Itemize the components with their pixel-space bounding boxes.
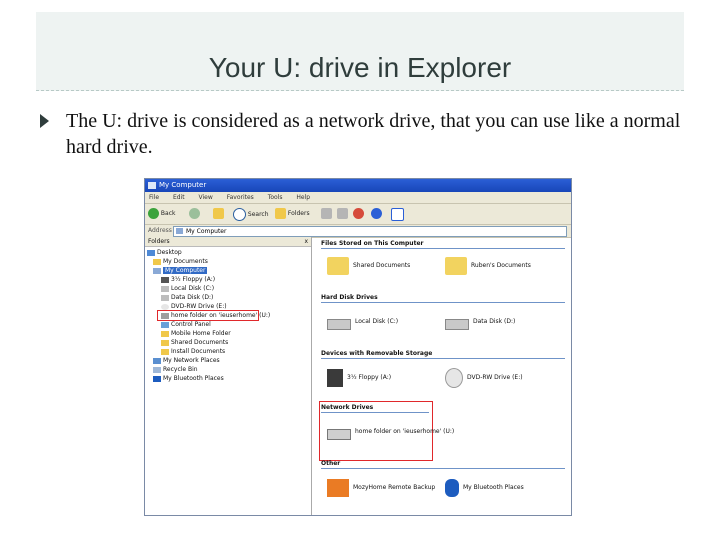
tree-item[interactable]: Mobile Home Folder xyxy=(161,329,231,338)
window-title: My Computer xyxy=(159,181,207,189)
address-label: Address xyxy=(148,227,172,234)
menu-favorites[interactable]: Favorites xyxy=(227,194,254,201)
hard-drive-icon xyxy=(445,318,469,330)
dvd-icon xyxy=(445,367,463,388)
back-button[interactable]: Back xyxy=(148,208,176,220)
views-icon xyxy=(391,208,404,221)
bullet-text: The U: drive is considered as a network … xyxy=(66,110,681,158)
close-folders-icon[interactable]: x xyxy=(304,237,308,246)
dvd-drive-item[interactable]: DVD-RW Drive (E:) xyxy=(445,367,523,389)
search-icon xyxy=(233,208,246,221)
bluetooth-icon xyxy=(153,375,161,382)
tree-item[interactable]: Control Panel xyxy=(161,320,211,329)
section-removable-storage: Devices with Removable Storage xyxy=(321,349,565,359)
explorer-screenshot: My Computer File Edit View Favorites Too… xyxy=(144,178,572,516)
undo-button[interactable] xyxy=(371,208,382,220)
search-button[interactable]: Search xyxy=(233,208,269,221)
tree-item[interactable]: Data Disk (D:) xyxy=(161,293,213,302)
up-folder-icon xyxy=(213,208,224,219)
tree-item[interactable]: Desktop xyxy=(147,248,182,257)
undo-icon xyxy=(371,208,382,219)
recycle-bin-icon xyxy=(153,366,161,373)
menu-edit[interactable]: Edit xyxy=(173,194,185,201)
tree-item[interactable]: My Bluetooth Places xyxy=(153,374,224,383)
folders-icon xyxy=(275,208,286,219)
section-hard-disk-drives: Hard Disk Drives xyxy=(321,293,565,303)
network-drive-u-item[interactable]: home folder on 'ieuserhome' (U:) xyxy=(327,421,454,443)
computer-icon xyxy=(148,182,156,189)
computer-icon xyxy=(176,228,183,234)
move-to-button[interactable] xyxy=(321,208,332,220)
folder-icon xyxy=(445,256,467,275)
delete-button[interactable] xyxy=(353,208,364,220)
delete-icon xyxy=(353,208,364,219)
copy-to-icon xyxy=(337,208,348,219)
address-field[interactable]: My Computer xyxy=(173,226,567,237)
views-button[interactable] xyxy=(391,208,404,221)
dvd-icon xyxy=(161,303,169,310)
shared-documents-item[interactable]: Shared Documents xyxy=(327,255,410,277)
bluetooth-icon xyxy=(445,478,459,497)
mozy-backup-icon xyxy=(327,478,349,497)
forward-arrow-icon xyxy=(189,208,200,219)
folder-icon xyxy=(161,330,169,337)
folders-button[interactable]: Folders xyxy=(275,208,310,220)
slide-title: Your U: drive in Explorer xyxy=(208,52,512,83)
mozy-backup-item[interactable]: MozyHome Remote Backup xyxy=(327,477,435,499)
content-pane: Files Stored on This Computer Shared Doc… xyxy=(317,237,571,515)
back-arrow-icon xyxy=(148,208,159,219)
bullet-arrow-icon xyxy=(40,114,49,128)
menu-tools[interactable]: Tools xyxy=(268,194,283,201)
tree-item[interactable]: Shared Documents xyxy=(161,338,228,347)
desktop-icon xyxy=(147,249,155,256)
hard-drive-icon xyxy=(161,294,169,301)
bluetooth-places-item[interactable]: My Bluetooth Places xyxy=(445,477,524,499)
network-places-icon xyxy=(153,357,161,364)
menu-help[interactable]: Help xyxy=(296,194,310,201)
folders-pane: Folders x Desktop My Documents My Comput… xyxy=(145,237,312,515)
menu-view[interactable]: View xyxy=(199,194,213,201)
folders-header: Folders x xyxy=(145,237,311,247)
tree-item[interactable]: Local Disk (C:) xyxy=(161,284,214,293)
title-band: Your U: drive in Explorer xyxy=(36,12,684,91)
control-panel-icon xyxy=(161,321,169,328)
floppy-icon xyxy=(161,276,169,283)
folder-icon xyxy=(327,256,349,275)
local-disk-c-item[interactable]: Local Disk (C:) xyxy=(327,311,398,333)
menu-bar: File Edit View Favorites Tools Help xyxy=(145,192,571,204)
move-to-icon xyxy=(321,208,332,219)
copy-to-button[interactable] xyxy=(337,208,348,220)
documents-folder-icon xyxy=(153,258,161,265)
folder-icon xyxy=(161,339,169,346)
section-other: Other xyxy=(321,459,565,469)
computer-icon xyxy=(153,267,161,274)
floppy-icon xyxy=(327,368,343,387)
tree-item[interactable]: My Computer xyxy=(153,266,208,275)
section-network-drives: Network Drives xyxy=(321,403,429,413)
section-files: Files Stored on This Computer xyxy=(321,239,565,249)
hard-drive-icon xyxy=(327,318,351,330)
menu-file[interactable]: File xyxy=(149,194,159,201)
tree-item[interactable]: home folder on 'ieuserhome' (U:) xyxy=(161,311,270,320)
tree-item[interactable]: Recycle Bin xyxy=(153,365,198,374)
toolbar: Back Search Folders xyxy=(145,204,571,225)
floppy-item[interactable]: 3½ Floppy (A:) xyxy=(327,367,391,389)
tree-item[interactable]: 3½ Floppy (A:) xyxy=(161,275,215,284)
folder-icon xyxy=(161,348,169,355)
tree-item[interactable]: My Documents xyxy=(153,257,208,266)
tree-item[interactable]: My Network Places xyxy=(153,356,220,365)
network-drive-icon xyxy=(327,428,351,440)
hard-drive-icon xyxy=(161,285,169,292)
user-documents-item[interactable]: Ruben's Documents xyxy=(445,255,531,277)
up-button[interactable] xyxy=(213,208,224,220)
forward-button[interactable] xyxy=(189,208,200,220)
explorer-titlebar[interactable]: My Computer xyxy=(145,179,571,192)
data-disk-d-item[interactable]: Data Disk (D:) xyxy=(445,311,515,333)
tree-item[interactable]: Install Documents xyxy=(161,347,225,356)
network-drive-icon xyxy=(161,312,169,319)
